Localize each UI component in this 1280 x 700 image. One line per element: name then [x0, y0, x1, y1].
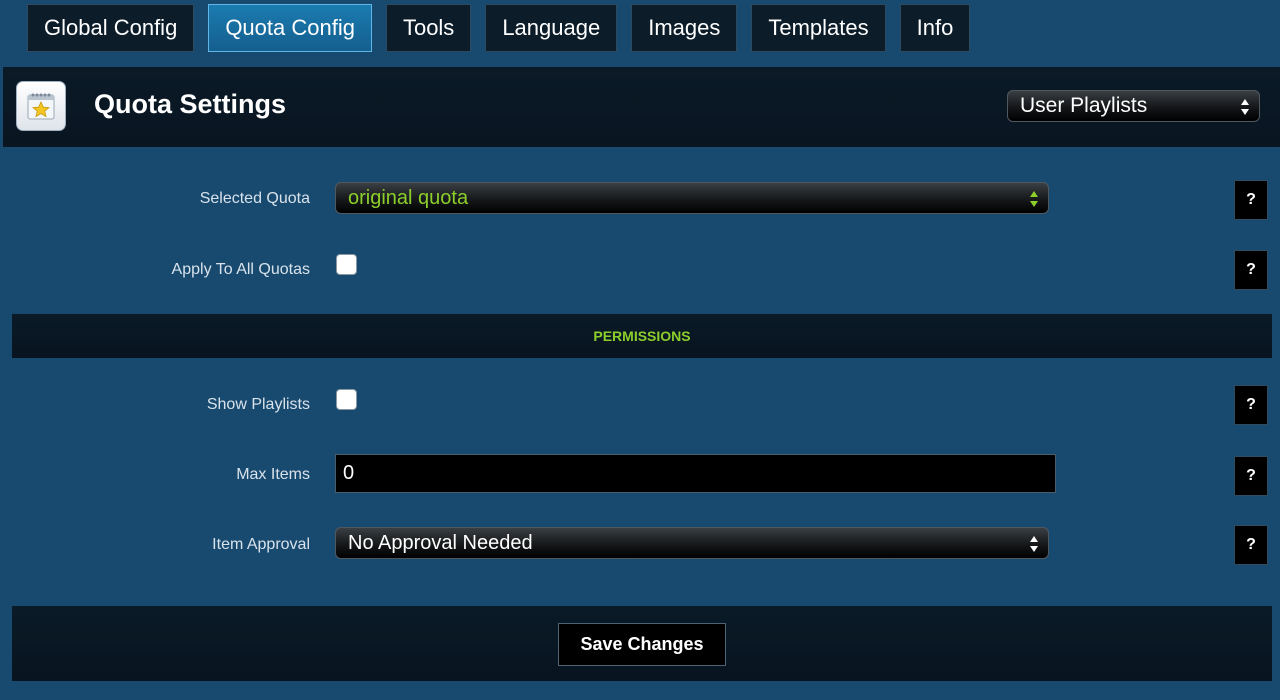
item-approval-help-button[interactable]: ?: [1234, 525, 1268, 565]
apply-all-quotas-help-button[interactable]: ?: [1234, 250, 1268, 290]
updown-arrows-icon: [1030, 191, 1038, 207]
page-title: Quota Settings: [94, 89, 287, 119]
updown-arrows-icon: [1030, 536, 1038, 552]
page-header: Quota Settings User Playlists: [3, 67, 1280, 147]
show-playlists-help-button[interactable]: ?: [1234, 385, 1268, 425]
tab-templates[interactable]: Templates: [751, 4, 886, 52]
max-items-help-button[interactable]: ?: [1234, 456, 1268, 496]
tab-images[interactable]: Images: [631, 4, 738, 52]
top-tab-bar: Global Config Quota Config Tools Languag…: [27, 4, 971, 52]
selected-quota-value: original quota: [348, 186, 469, 209]
show-playlists-checkbox[interactable]: [336, 389, 357, 410]
max-items-input[interactable]: [335, 454, 1056, 493]
section-select[interactable]: User Playlists: [1007, 90, 1260, 122]
section-select-value: User Playlists: [1020, 94, 1148, 117]
item-approval-label: Item Approval: [212, 536, 310, 553]
form-footer: Save Changes: [12, 606, 1272, 681]
updown-arrows-icon: [1241, 99, 1249, 115]
permissions-heading-text: PERMISSIONS: [593, 328, 691, 344]
selected-quota-label: Selected Quota: [199, 190, 310, 207]
save-changes-button[interactable]: Save Changes: [558, 623, 726, 666]
notepad-star-icon: [16, 81, 66, 131]
item-approval-value: No Approval Needed: [348, 531, 533, 554]
tab-global-config[interactable]: Global Config: [27, 4, 195, 52]
apply-all-quotas-label: Apply To All Quotas: [171, 261, 310, 278]
apply-all-quotas-checkbox[interactable]: [336, 254, 357, 275]
item-approval-select[interactable]: No Approval Needed: [335, 527, 1049, 559]
selected-quota-help-button[interactable]: ?: [1234, 180, 1268, 220]
selected-quota-select[interactable]: original quota: [335, 182, 1049, 214]
tab-language[interactable]: Language: [485, 4, 618, 52]
tab-info[interactable]: Info: [899, 4, 971, 52]
show-playlists-label: Show Playlists: [206, 396, 310, 413]
permissions-section-heading: PERMISSIONS: [12, 314, 1272, 358]
tab-tools[interactable]: Tools: [385, 4, 472, 52]
tab-quota-config[interactable]: Quota Config: [208, 4, 372, 52]
max-items-label: Max Items: [236, 466, 310, 483]
